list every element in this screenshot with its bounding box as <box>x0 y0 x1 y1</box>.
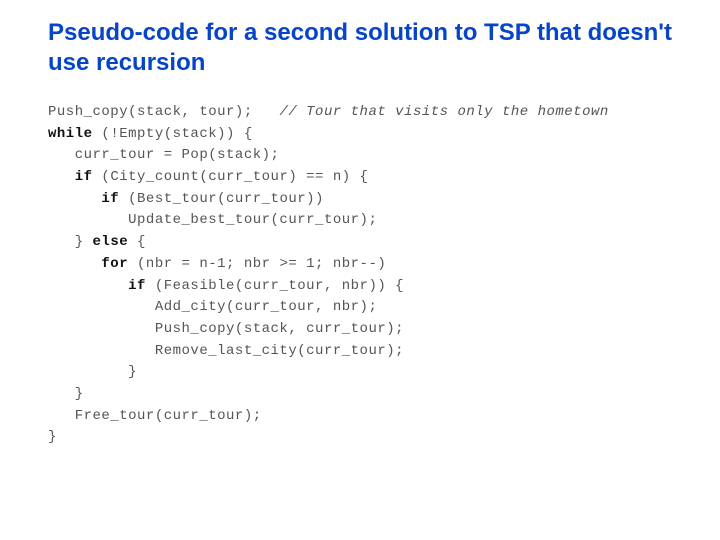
code-keyword: for <box>48 256 128 272</box>
code-line: } <box>48 386 84 402</box>
code-keyword: if <box>48 278 146 294</box>
code-keyword: if <box>48 169 93 185</box>
slide-title: Pseudo-code for a second solution to TSP… <box>48 18 684 78</box>
code-line: Remove_last_city(curr_tour); <box>48 343 404 359</box>
code-text: } <box>48 234 93 250</box>
code-text: (!Empty(stack)) { <box>93 126 253 142</box>
code-line: Add_city(curr_tour, nbr); <box>48 299 377 315</box>
code-line: Push_copy(stack, tour); <box>48 104 279 120</box>
code-keyword: while <box>48 126 93 142</box>
code-keyword: if <box>48 191 119 207</box>
code-line: Push_copy(stack, curr_tour); <box>48 321 404 337</box>
code-line: } <box>48 364 137 380</box>
code-keyword: else <box>93 234 129 250</box>
code-line: Update_best_tour(curr_tour); <box>48 212 377 228</box>
code-line: curr_tour = Pop(stack); <box>48 147 279 163</box>
code-text: (Best_tour(curr_tour)) <box>119 191 324 207</box>
code-comment: // Tour that visits only the hometown <box>279 104 608 120</box>
code-text: { <box>128 234 146 250</box>
code-line: } <box>48 429 57 445</box>
code-text: (City_count(curr_tour) == n) { <box>93 169 369 185</box>
slide: Pseudo-code for a second solution to TSP… <box>0 0 720 540</box>
code-line: Free_tour(curr_tour); <box>48 408 262 424</box>
code-text: (Feasible(curr_tour, nbr)) { <box>146 278 404 294</box>
code-text: (nbr = n-1; nbr >= 1; nbr--) <box>128 256 386 272</box>
pseudocode-block: Push_copy(stack, tour); // Tour that vis… <box>48 102 684 449</box>
